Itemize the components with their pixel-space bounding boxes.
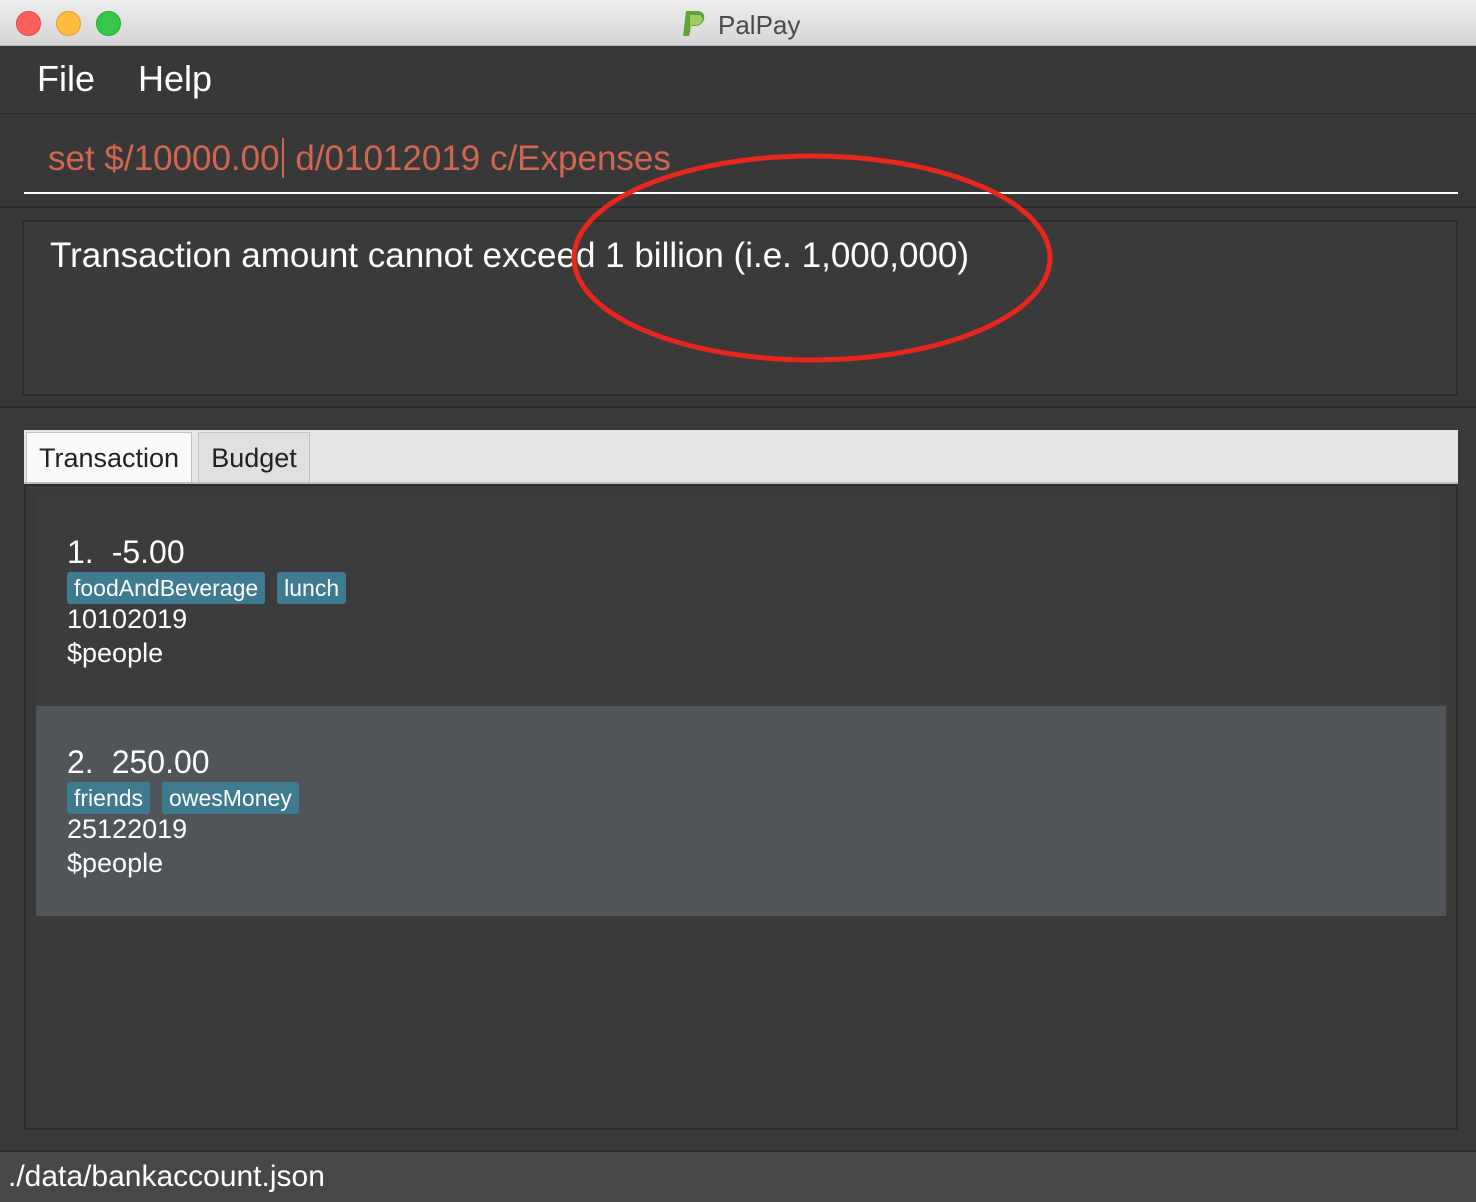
transaction-date: 25122019: [67, 814, 188, 844]
transaction-people: $people: [67, 638, 164, 668]
transaction-card[interactable]: 1. -5.00 foodAndBeverage lunch 10102019 $p…: [36, 496, 1446, 706]
command-text-after-caret: d/01012019 c/Expenses: [285, 139, 671, 178]
tag-label: lunch: [277, 572, 347, 604]
tag-list: foodAndBeverage lunch: [67, 572, 358, 604]
status-bar: ./data/bankaccount.json: [0, 1150, 1476, 1202]
transaction-amount: -5.00: [111, 534, 185, 570]
command-box-area: set $/10000.00 d/01012019 c/Expenses: [0, 114, 1476, 208]
command-input[interactable]: set $/10000.00 d/01012019 c/Expenses: [24, 128, 1458, 194]
tab-bar: Transaction Budget: [24, 430, 1458, 484]
window-close-button[interactable]: [16, 11, 41, 36]
window-titlebar: PalPay: [0, 0, 1476, 46]
tag-label: foodAndBeverage: [67, 572, 266, 604]
tag-label: owesMoney: [162, 782, 299, 814]
tag-list: friends owesMoney: [67, 782, 311, 814]
menu-help[interactable]: Help: [138, 58, 212, 100]
transaction-header: 2. 250.00: [67, 744, 228, 781]
result-display: Transaction amount cannot exceed 1 billi…: [22, 220, 1458, 396]
transaction-index: 1.: [67, 534, 94, 570]
transaction-people: $people: [67, 848, 164, 878]
transaction-header: 1. -5.00: [67, 534, 203, 571]
transaction-card[interactable]: 2. 250.00 friends owesMoney 25122019 $peop…: [36, 706, 1446, 916]
window-minimize-button[interactable]: [56, 11, 81, 36]
transaction-index: 2.: [67, 744, 94, 780]
text-caret: [281, 137, 284, 178]
window-title: PalPay: [718, 10, 801, 40]
palpay-logo-icon: [683, 11, 705, 36]
tag-label: friends: [67, 782, 151, 814]
result-message: Transaction amount cannot exceed 1 billi…: [50, 236, 969, 275]
result-display-area: Transaction amount cannot exceed 1 billi…: [0, 208, 1476, 408]
transaction-amount: 250.00: [111, 744, 210, 780]
menu-bar: File Help: [0, 46, 1476, 114]
menu-file[interactable]: File: [37, 58, 95, 100]
tab-transaction[interactable]: Transaction: [26, 432, 192, 482]
status-file-path: ./data/bankaccount.json: [8, 1160, 325, 1193]
transaction-list[interactable]: 1. -5.00 foodAndBeverage lunch 10102019 $p…: [24, 484, 1458, 1130]
tab-budget[interactable]: Budget: [198, 432, 310, 482]
window-maximize-button[interactable]: [96, 11, 121, 36]
transaction-date: 10102019: [67, 604, 188, 634]
command-text-before-caret: set $/10000.00: [48, 139, 280, 178]
